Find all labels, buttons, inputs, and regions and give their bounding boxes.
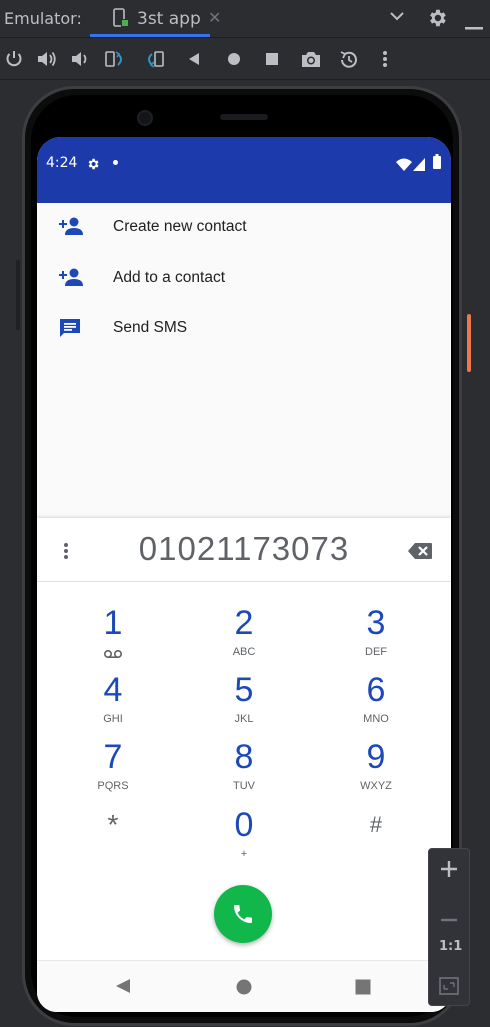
key-letters: JKL	[234, 713, 254, 725]
key-digit: *	[107, 809, 119, 840]
navigation-bar	[37, 960, 451, 1012]
volume-button	[16, 260, 20, 330]
key-3[interactable]: 3 DEF	[316, 604, 436, 670]
add-to-contact-item[interactable]: Add to a contact	[37, 254, 451, 304]
key-1[interactable]: 1	[53, 604, 173, 670]
key-2[interactable]: 2 ABC	[184, 604, 304, 670]
dialed-number[interactable]: 01021173073	[37, 530, 451, 568]
key-digit: 0	[234, 806, 254, 844]
tab-label: 3st app	[137, 9, 201, 29]
battery-icon	[433, 154, 441, 173]
add-to-contact-label: Add to a contact	[113, 269, 226, 286]
rotate-left-icon[interactable]	[104, 49, 126, 71]
key-8[interactable]: 8 TUV	[184, 738, 304, 804]
key-letters: WXYZ	[360, 780, 392, 792]
zoom-out-icon[interactable]	[440, 907, 458, 926]
dialpad: 01021173073 1 2 ABC 3 DEF 4 GHI 5 JKL 6 …	[37, 518, 451, 1012]
key-7[interactable]: 7 PQRS	[53, 738, 173, 804]
create-new-contact-label: Create new contact	[113, 218, 247, 235]
key-6[interactable]: 6 MNO	[316, 671, 436, 737]
key-hash[interactable]: #	[316, 806, 436, 872]
key-digit: 8	[234, 738, 254, 776]
wifi-icon	[396, 156, 412, 175]
message-icon	[58, 317, 84, 341]
backspace-icon[interactable]	[407, 542, 433, 564]
key-letters: TUV	[233, 780, 255, 792]
close-icon[interactable]: ✕	[208, 8, 221, 27]
key-digit: #	[369, 812, 383, 837]
key-digit: 1	[103, 604, 123, 642]
key-letters: MNO	[363, 713, 389, 725]
key-letters: ABC	[232, 646, 256, 658]
home-icon[interactable]	[226, 49, 248, 71]
zoom-in-icon[interactable]	[440, 860, 458, 882]
call-button[interactable]	[214, 885, 272, 943]
zoom-ratio-button[interactable]: 1:1	[439, 939, 462, 954]
key-5[interactable]: 5 JKL	[184, 671, 304, 737]
minimize-icon[interactable]	[464, 16, 484, 35]
chevron-down-icon[interactable]	[388, 7, 406, 29]
status-bar: 4:24	[37, 137, 451, 203]
overview-icon[interactable]	[264, 49, 286, 71]
more-options-icon[interactable]	[380, 49, 402, 71]
back-icon[interactable]	[186, 49, 208, 71]
add-person-icon	[58, 267, 84, 291]
send-sms-label: Send SMS	[113, 319, 188, 336]
create-new-contact-item[interactable]: Create new contact	[37, 203, 451, 253]
signal-icon	[413, 156, 425, 175]
volume-down-icon[interactable]	[70, 49, 92, 71]
key-digit: 6	[366, 671, 386, 709]
front-camera	[137, 110, 153, 126]
key-star[interactable]: *	[53, 806, 173, 872]
nav-home-icon[interactable]	[236, 979, 252, 999]
tab-3st-app[interactable]: 3st app ✕	[90, 0, 221, 37]
key-letters: GHI	[103, 713, 123, 725]
emulator-label: Emulator:	[4, 9, 82, 28]
snapshot-icon[interactable]	[338, 49, 360, 71]
digits-row: 01021173073	[37, 518, 451, 582]
key-digit: 9	[366, 738, 386, 776]
key-digit: 4	[103, 671, 123, 709]
key-digit: 5	[234, 671, 254, 709]
key-digit: 7	[103, 738, 123, 776]
status-time: 4:24	[46, 155, 78, 171]
key-letters: +	[240, 848, 248, 860]
key-9[interactable]: 9 WXYZ	[316, 738, 436, 804]
ide-title-bar: Emulator: 3st app ✕	[0, 0, 490, 38]
earpiece-speaker	[220, 114, 268, 120]
phone-screen: 4:24 Create new contact Add to a contact	[37, 137, 451, 1012]
nav-back-icon[interactable]	[115, 978, 131, 998]
send-sms-item[interactable]: Send SMS	[37, 304, 451, 354]
notification-dot-icon	[113, 160, 118, 165]
fit-screen-icon[interactable]	[439, 977, 459, 999]
emulator-toolbar	[0, 40, 490, 80]
gear-icon[interactable]	[426, 7, 448, 33]
volume-up-icon[interactable]	[36, 49, 58, 71]
settings-notification-icon	[86, 156, 100, 175]
voicemail-icon	[53, 644, 173, 663]
key-letters: DEF	[365, 646, 387, 658]
power-side-button	[467, 314, 471, 372]
rotate-right-icon[interactable]	[143, 49, 165, 71]
add-person-icon	[58, 216, 84, 240]
device-icon	[112, 8, 130, 32]
key-digit: 2	[234, 604, 254, 642]
zoom-panel: 1:1	[428, 848, 470, 1006]
key-digit: 3	[366, 604, 386, 642]
phone-icon	[231, 902, 255, 930]
power-icon[interactable]	[4, 49, 26, 71]
nav-overview-icon[interactable]	[355, 979, 371, 999]
key-4[interactable]: 4 GHI	[53, 671, 173, 737]
camera-icon[interactable]	[300, 49, 322, 71]
key-letters: PQRS	[97, 780, 129, 792]
key-0[interactable]: 0 +	[184, 806, 304, 872]
